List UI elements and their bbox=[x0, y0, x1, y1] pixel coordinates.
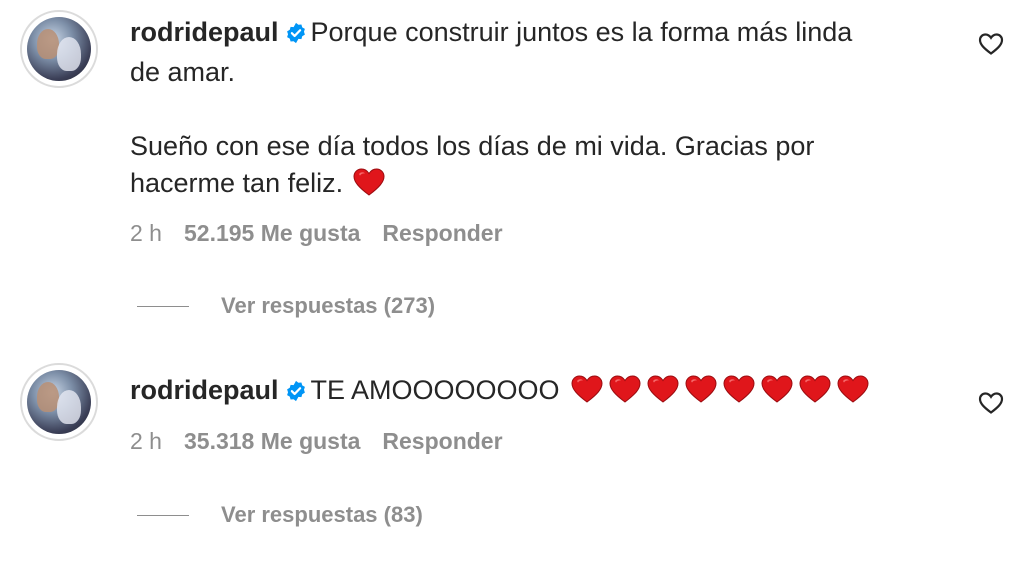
heart-emoji-icon bbox=[571, 375, 603, 413]
heart-emoji-row bbox=[567, 375, 869, 405]
like-heart-outline-icon[interactable] bbox=[978, 391, 1004, 415]
heart-emoji-icon bbox=[723, 375, 755, 413]
heart-emoji-icon bbox=[837, 375, 869, 413]
comment-2: rodridepaul TE AMOOOOOOOO 2 h 35.318 Me gu… bbox=[0, 0, 1024, 567]
heart-emoji-icon bbox=[799, 375, 831, 413]
verified-badge-icon bbox=[285, 375, 307, 412]
reply-button[interactable]: Responder bbox=[382, 428, 502, 454]
comment-text: rodridepaul TE AMOOOOOOOO bbox=[130, 372, 930, 413]
avatar[interactable] bbox=[20, 363, 98, 441]
comment-line-1: TE AMOOOOOOOO bbox=[310, 375, 560, 405]
username[interactable]: rodridepaul bbox=[130, 375, 279, 405]
heart-emoji-icon bbox=[761, 375, 793, 413]
comment-meta: 2 h 35.318 Me gusta Responder bbox=[130, 428, 525, 455]
heart-emoji-icon bbox=[647, 375, 679, 413]
like-count[interactable]: 35.318 Me gusta bbox=[184, 428, 360, 454]
heart-emoji-icon bbox=[609, 375, 641, 413]
avatar-image bbox=[27, 370, 91, 434]
view-replies-button[interactable]: Ver respuestas (83) bbox=[137, 502, 423, 528]
view-replies-label: Ver respuestas (83) bbox=[221, 502, 423, 527]
replies-divider bbox=[137, 514, 189, 516]
comment-time: 2 h bbox=[130, 428, 162, 454]
heart-emoji-icon bbox=[685, 375, 717, 413]
